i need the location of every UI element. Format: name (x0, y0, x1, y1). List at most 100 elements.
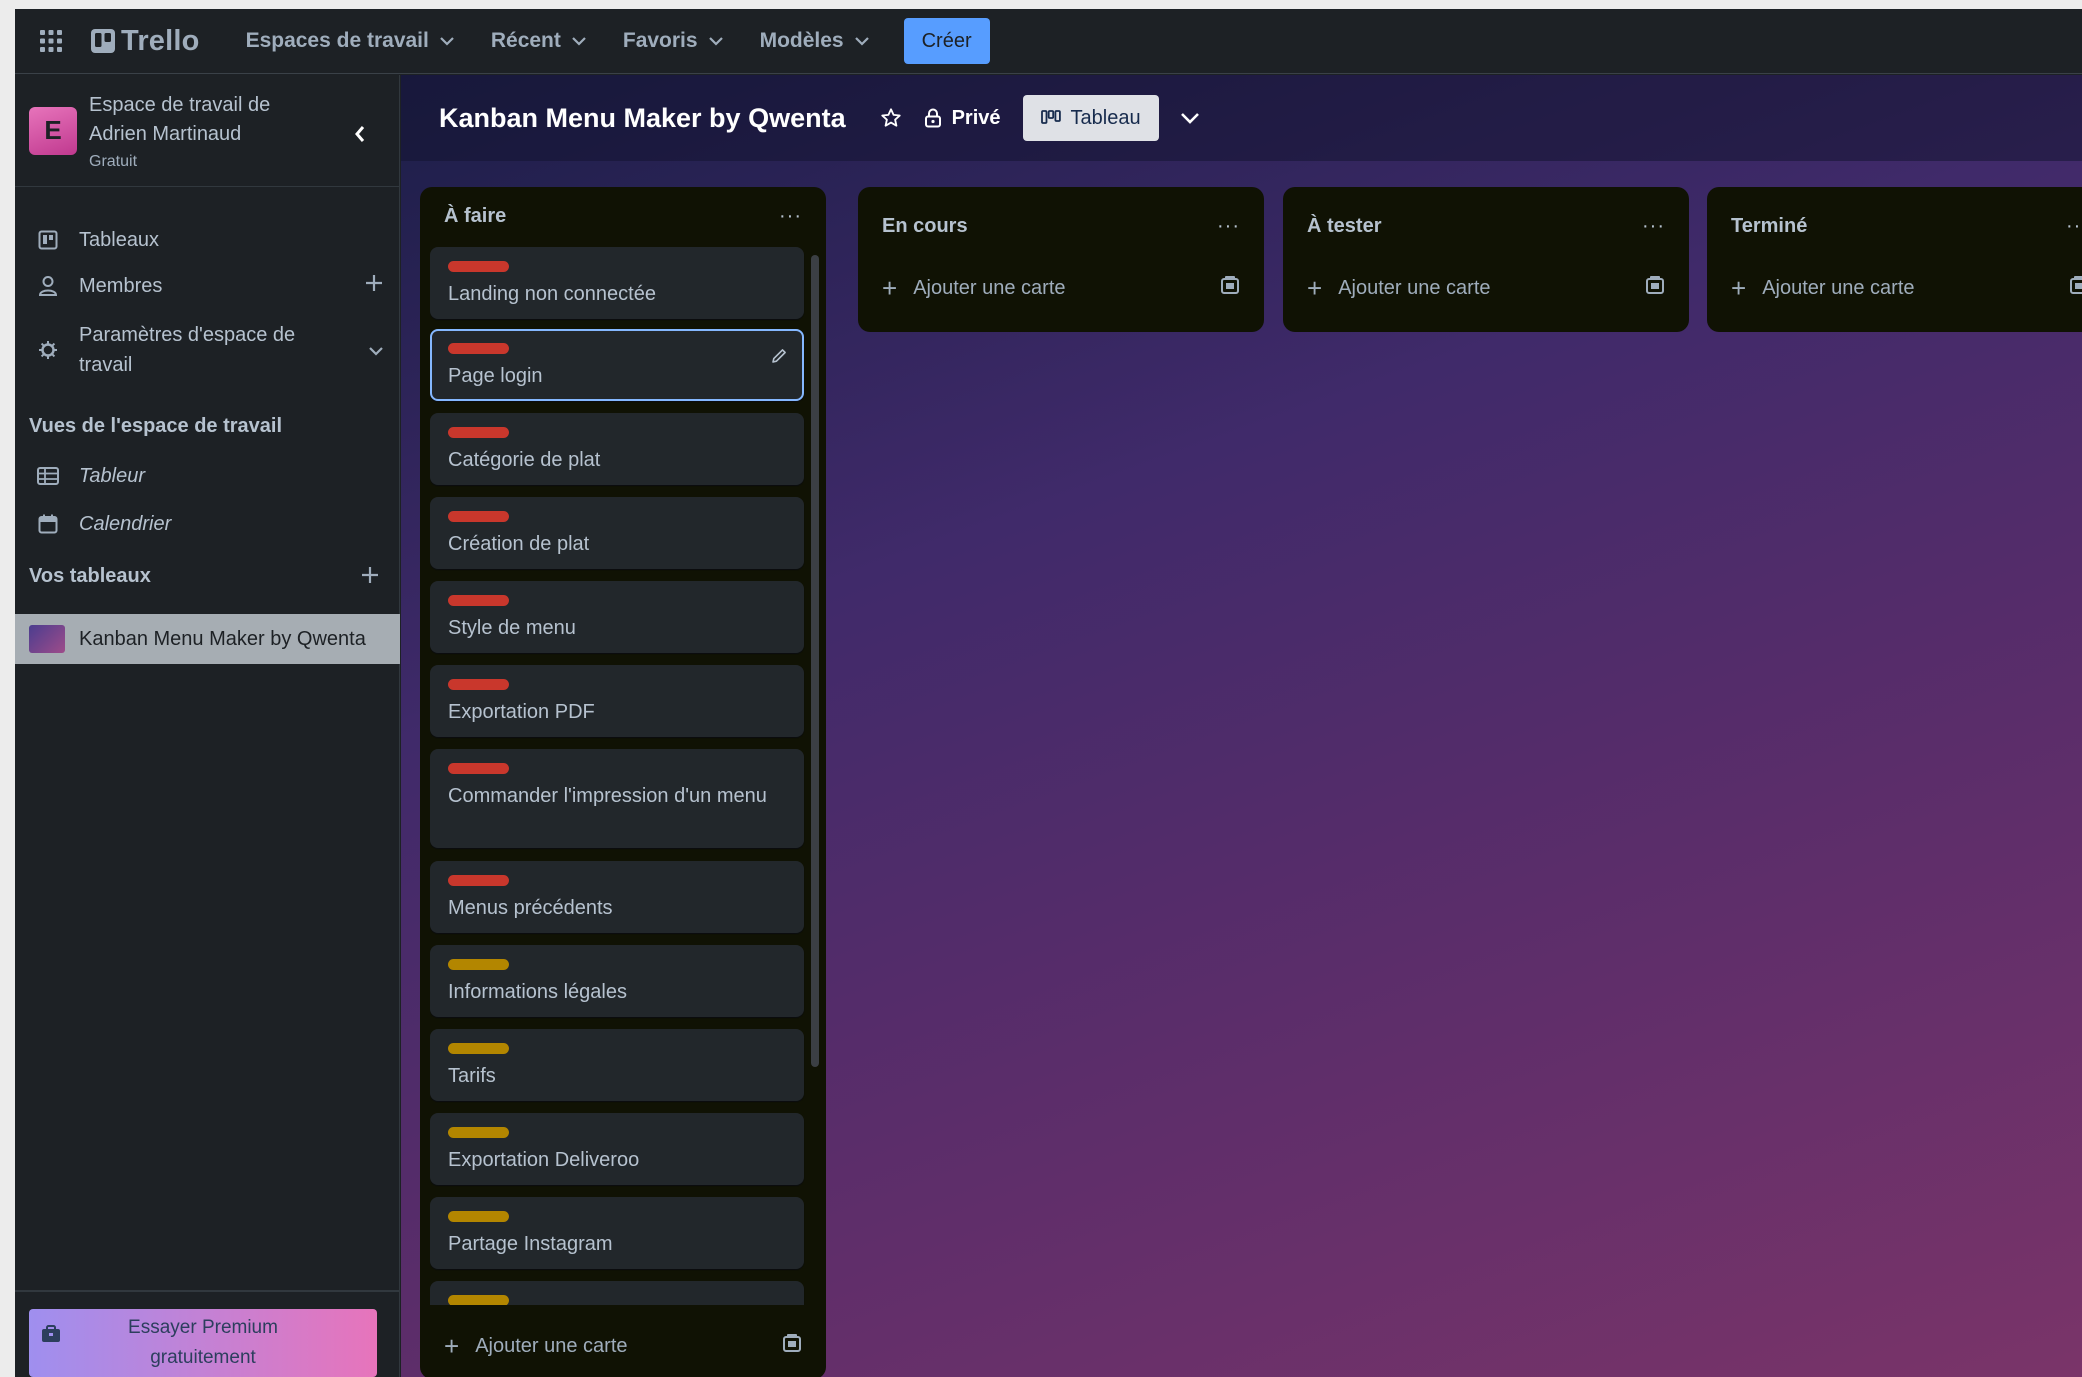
nav-recent[interactable]: Récent (477, 18, 601, 64)
card-partial[interactable] (430, 1281, 804, 1305)
create-button[interactable]: Créer (903, 18, 990, 64)
card-list: Landing non connectée Page login Catégor… (430, 247, 806, 1305)
edit-pencil-icon[interactable] (770, 347, 788, 370)
list-todo: À faire ··· Landing non connectée Page l… (420, 187, 826, 1377)
template-icon[interactable] (782, 1333, 802, 1359)
card-label-yellow[interactable] (448, 1295, 509, 1305)
lock-icon (924, 108, 941, 128)
nav-recent-label: Récent (490, 29, 561, 52)
chevron-down-icon[interactable] (368, 339, 384, 362)
card[interactable]: Tarifs (430, 1029, 804, 1101)
switch-view-button[interactable] (1179, 111, 1201, 125)
board-view-icon (1040, 110, 1061, 124)
workspace-avatar[interactable]: E (29, 106, 77, 155)
try-premium-button[interactable]: Essayer Premium gratuitement (29, 1309, 377, 1377)
card[interactable]: Menus précédents (430, 861, 804, 933)
card-label-yellow[interactable] (448, 1127, 509, 1138)
add-board-icon[interactable] (360, 565, 380, 590)
sidebar-item-members[interactable]: Membres (15, 261, 400, 311)
visibility-button[interactable]: Privé (924, 107, 1001, 130)
list-menu-icon[interactable]: ··· (1217, 215, 1240, 238)
list-scrollbar[interactable] (811, 255, 819, 1067)
list-header[interactable]: À tester ··· (1283, 187, 1689, 259)
plus-icon: + (882, 272, 898, 303)
your-boards-title: Vos tableaux (29, 565, 151, 587)
nav-starred[interactable]: Favoris (609, 18, 738, 64)
board-view-button[interactable]: Tableau (1022, 95, 1159, 141)
sidebar-item-boards[interactable]: Tableaux (15, 215, 400, 265)
list-header[interactable]: À faire ··· (420, 187, 826, 245)
card-title: Catégorie de plat (448, 449, 601, 471)
star-board-button[interactable] (880, 107, 902, 129)
card-label-yellow[interactable] (448, 1043, 509, 1054)
sidebar-item-label: Calendrier (79, 512, 172, 535)
card-label-red[interactable] (448, 763, 509, 774)
card[interactable]: Landing non connectée (430, 247, 804, 319)
card-label-yellow[interactable] (448, 1211, 509, 1222)
card-label-red[interactable] (448, 875, 509, 886)
workspace-sidebar: E Espace de travail de Adrien Martinaud … (15, 75, 400, 1377)
sidebar-item-table-view[interactable]: Tableur (15, 453, 400, 499)
template-icon[interactable] (1645, 275, 1665, 301)
card[interactable]: Style de menu (430, 581, 804, 653)
workspace-name[interactable]: Espace de travail de Adrien Martinaud (89, 91, 309, 149)
card[interactable]: Commander l'impression d'un menu (430, 749, 804, 848)
list-header[interactable]: Terminé ··· (1707, 187, 2082, 259)
card-label-red[interactable] (448, 511, 509, 522)
sidebar-board-item[interactable]: Kanban Menu Maker by Qwenta (15, 614, 400, 664)
list-title[interactable]: En cours (882, 215, 968, 238)
sidebar-item-label: Paramètres d'espace de travail (79, 324, 296, 376)
list-menu-icon[interactable]: ··· (1642, 215, 1665, 238)
app-switcher-icon[interactable] (31, 21, 71, 61)
collapse-sidebar-button[interactable] (345, 119, 375, 149)
template-icon[interactable] (2069, 275, 2082, 301)
add-card-button[interactable]: + Ajouter une carte (1283, 259, 1689, 317)
card-title: Exportation Deliveroo (448, 1149, 640, 1171)
list-title[interactable]: À tester (1307, 215, 1381, 238)
card-title: Exportation PDF (448, 701, 595, 723)
chevron-down-icon (572, 37, 586, 46)
sidebar-item-settings[interactable]: Paramètres d'espace de travail (15, 315, 400, 385)
list-title[interactable]: Terminé (1731, 215, 1807, 238)
card-title: Partage Instagram (448, 1233, 613, 1255)
card-selected[interactable]: Page login (430, 329, 804, 401)
gear-icon (35, 340, 61, 360)
card-label-yellow[interactable] (448, 959, 509, 970)
card[interactable]: Exportation PDF (430, 665, 804, 737)
star-icon (880, 108, 901, 127)
list-menu-icon[interactable]: ··· (779, 205, 802, 228)
list-menu-icon[interactable]: ··· (2066, 215, 2082, 238)
workspace-header: E Espace de travail de Adrien Martinaud … (15, 75, 399, 187)
board-title[interactable]: Kanban Menu Maker by Qwenta (439, 103, 846, 134)
card-title: Création de plat (448, 533, 590, 555)
card[interactable]: Exportation Deliveroo (430, 1113, 804, 1185)
sidebar-item-calendar-view[interactable]: Calendrier (15, 501, 400, 547)
card-title: Landing non connectée (448, 283, 656, 305)
add-card-button[interactable]: + Ajouter une carte (1707, 259, 2082, 317)
briefcase-icon (41, 1323, 61, 1353)
trello-logo[interactable]: Trello (91, 25, 200, 58)
trello-board-icon (91, 29, 115, 53)
chevron-down-icon (440, 37, 454, 46)
card-label-red[interactable] (448, 595, 509, 606)
card-label-red[interactable] (448, 679, 509, 690)
card[interactable]: Création de plat (430, 497, 804, 569)
list-title[interactable]: À faire (444, 205, 506, 228)
card[interactable]: Informations légales (430, 945, 804, 1017)
template-icon[interactable] (1220, 275, 1240, 301)
nav-workspaces[interactable]: Espaces de travail (232, 18, 469, 64)
add-card-button[interactable]: + Ajouter une carte (858, 259, 1264, 317)
list-header[interactable]: En cours ··· (858, 187, 1264, 259)
add-member-icon[interactable] (364, 273, 384, 299)
add-card-label: Ajouter une carte (1762, 276, 1915, 299)
nav-templates[interactable]: Modèles (746, 18, 884, 64)
add-card-button[interactable]: + Ajouter une carte (420, 1317, 826, 1375)
card-title: Page login (448, 365, 543, 387)
card-title: Tarifs (448, 1065, 496, 1087)
card-label-red[interactable] (448, 427, 509, 438)
card-label-red[interactable] (448, 343, 509, 354)
card[interactable]: Catégorie de plat (430, 413, 804, 485)
plus-icon: + (1307, 272, 1323, 303)
card[interactable]: Partage Instagram (430, 1197, 804, 1269)
card-label-red[interactable] (448, 261, 509, 272)
